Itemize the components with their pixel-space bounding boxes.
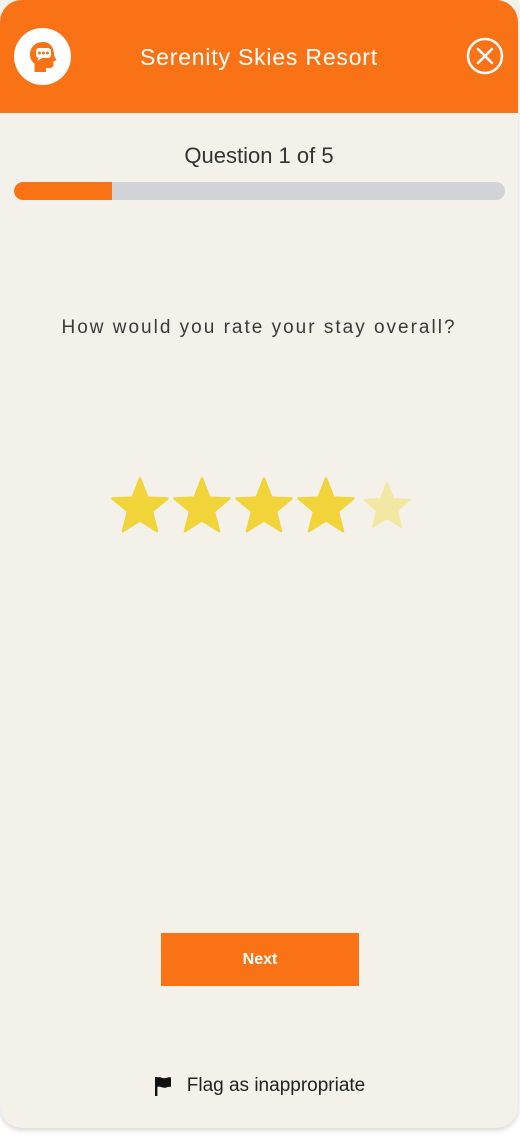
question-counter: Question 1 of 5	[184, 143, 334, 168]
star-icon[interactable]	[362, 481, 412, 531]
resort-title: Serenity Skies Resort	[140, 44, 378, 70]
star-icon[interactable]	[234, 476, 294, 536]
flag-icon	[154, 1077, 171, 1096]
star-icon[interactable]	[110, 476, 170, 536]
question-text: How would you rate your stay overall?	[61, 317, 457, 338]
star-icon[interactable]	[172, 476, 232, 536]
star-rating	[110, 476, 412, 536]
progress-bar	[14, 182, 505, 200]
flag-inappropriate-link[interactable]: Flag as inappropriate	[0, 1072, 518, 1100]
flag-label: Flag as inappropriate	[186, 1075, 366, 1096]
star-icon[interactable]	[296, 476, 356, 536]
next-button[interactable]: Next	[161, 933, 359, 986]
progress-fill	[14, 182, 113, 200]
survey-card: Serenity Skies Resort Question 1 of 5 Ho…	[0, 0, 518, 1128]
header-bar: Serenity Skies Resort	[0, 0, 518, 113]
close-button[interactable]	[466, 37, 504, 75]
close-circle-icon	[466, 37, 504, 75]
